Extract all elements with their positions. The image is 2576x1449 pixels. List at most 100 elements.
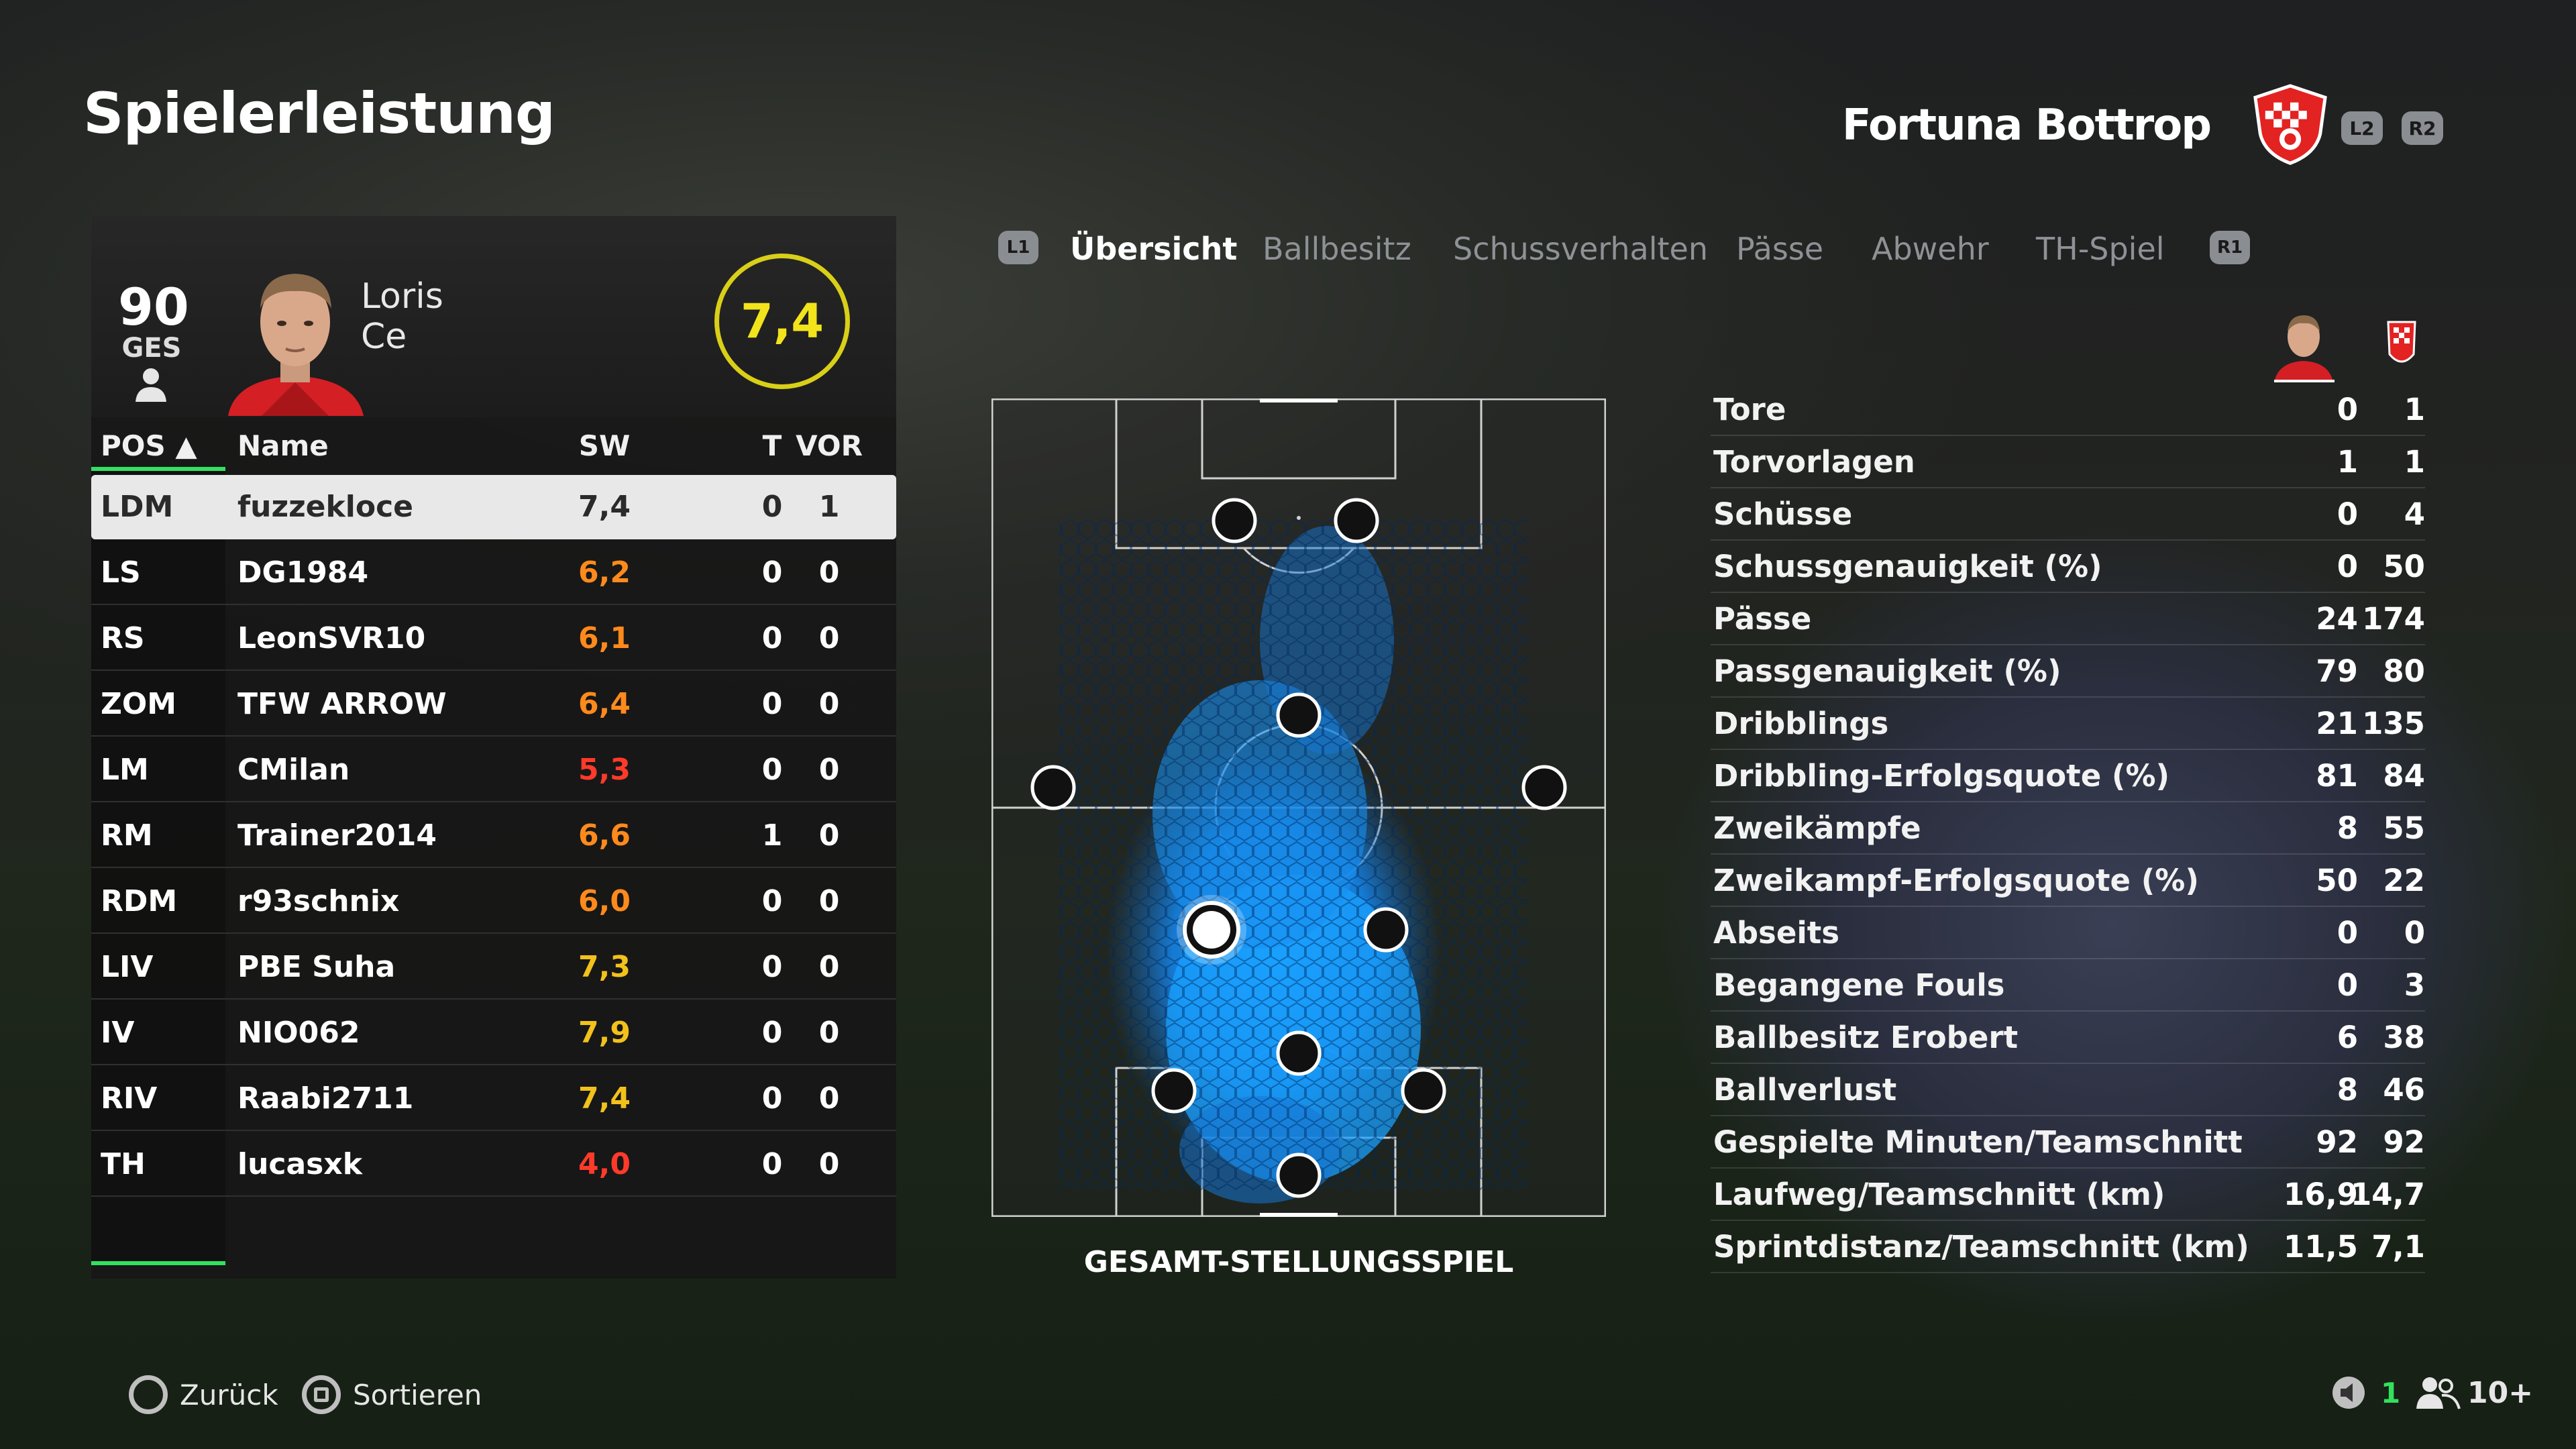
- stat-row: Ballverlust 8 46: [1711, 1064, 2425, 1116]
- tab-5[interactable]: TH-Spiel: [2036, 231, 2165, 267]
- stat-team-value: 1: [2404, 444, 2425, 480]
- stat-row: Schussgenauigkeit (%) 0 50: [1711, 541, 2425, 593]
- stat-player-value: 6: [2337, 1020, 2358, 1055]
- l1-button[interactable]: L1: [998, 231, 1038, 264]
- cell-vor: 0: [818, 621, 840, 655]
- stat-player-value: 0: [2337, 392, 2358, 427]
- person-icon: [136, 368, 166, 402]
- cell-name: NIO062: [237, 1016, 360, 1050]
- table-row[interactable]: TH lucasxk 4,0 0 0: [91, 1132, 896, 1197]
- back-button[interactable]: Zurück: [129, 1375, 278, 1414]
- cell-vor: 0: [818, 555, 840, 590]
- stat-team-value: 14,7: [2350, 1177, 2425, 1212]
- stat-label: Dribbling-Erfolgsquote (%): [1713, 758, 2170, 794]
- stat-label: Schüsse: [1713, 496, 1853, 532]
- r2-button[interactable]: R2: [2402, 111, 2443, 145]
- tab-2[interactable]: Schussverhalten: [1453, 231, 1708, 267]
- table-scroll-indicator: [91, 1261, 225, 1265]
- table-row[interactable]: LIV PBE Suha 7,3 0 0: [91, 935, 896, 1000]
- group-icon: [2416, 1377, 2461, 1409]
- stat-team-value: 55: [2383, 810, 2425, 846]
- tab-3[interactable]: Pässe: [1736, 231, 1823, 267]
- stat-row: Torvorlagen 1 1: [1711, 436, 2425, 488]
- r1-button[interactable]: R1: [2210, 231, 2250, 264]
- team-crest-icon: [2253, 84, 2327, 165]
- stat-row: Tore 0 1: [1711, 384, 2425, 436]
- heatmap-caption: GESAMT-STELLUNGSSPIEL: [1083, 1245, 1514, 1279]
- cell-name: fuzzekloce: [237, 490, 414, 524]
- stat-label: Dribblings: [1713, 706, 1889, 741]
- stat-player-value: 8: [2337, 1072, 2358, 1108]
- stat-label: Pässe: [1713, 601, 1812, 637]
- heatmap-area: [1059, 519, 1528, 1203]
- lobby-players: 10+: [2415, 1375, 2533, 1410]
- tab-0[interactable]: Übersicht: [1070, 231, 1237, 267]
- stat-team-value: 4: [2404, 496, 2425, 532]
- cell-pos: IV: [101, 1016, 135, 1050]
- circle-button-icon: [129, 1375, 168, 1414]
- tab-4[interactable]: Abwehr: [1872, 231, 1989, 267]
- tab-1[interactable]: Ballbesitz: [1263, 231, 1411, 267]
- cell-vor: 0: [818, 818, 840, 853]
- table-row[interactable]: RM Trainer2014 6,6 1 0: [91, 804, 896, 868]
- cell-sw: 4,0: [578, 1147, 631, 1181]
- cell-name: r93schnix: [237, 884, 400, 918]
- player-first-name: Loris: [361, 276, 443, 317]
- table-row[interactable]: RDM r93schnix 6,0 0 0: [91, 869, 896, 934]
- stat-label: Tore: [1713, 392, 1786, 427]
- cell-name: TFW ARROW: [237, 687, 447, 721]
- cell-pos: RIV: [101, 1081, 158, 1116]
- table-row[interactable]: ZOM TFW ARROW 6,4 0 0: [91, 672, 896, 737]
- l2-button[interactable]: L2: [2341, 111, 2383, 145]
- cell-pos: LDM: [101, 490, 174, 524]
- table-header: POS ▲ Name SW T VOR: [91, 423, 896, 470]
- table-row[interactable]: LS DG1984 6,2 0 0: [91, 541, 896, 605]
- cell-vor: 0: [818, 753, 840, 787]
- stat-player-value: 0: [2337, 496, 2358, 532]
- stat-label: Ballbesitz Erobert: [1713, 1020, 2019, 1055]
- header-sw[interactable]: SW: [571, 429, 638, 462]
- header-name[interactable]: Name: [237, 429, 329, 462]
- stat-label: Laufweg/Teamschnitt (km): [1713, 1177, 2165, 1212]
- stat-player-value: 11,5: [2283, 1229, 2358, 1265]
- back-label: Zurück: [180, 1378, 278, 1411]
- cell-vor: 0: [818, 884, 840, 918]
- cell-vor: 0: [818, 950, 840, 984]
- cell-pos: LM: [101, 753, 149, 787]
- header-vor[interactable]: VOR: [786, 429, 873, 462]
- stat-player-value: 1: [2337, 444, 2358, 480]
- stat-label: Gespielte Minuten/Teamschnitt: [1713, 1124, 2243, 1160]
- overall-label: GES: [121, 333, 182, 364]
- cell-sw: 7,3: [578, 950, 631, 984]
- stat-team-value: 135: [2362, 706, 2425, 741]
- stat-row: Schüsse 0 4: [1711, 488, 2425, 541]
- stat-label: Begangene Fouls: [1713, 967, 2005, 1003]
- cell-name: lucasxk: [237, 1147, 363, 1181]
- stat-player-value: 81: [2316, 758, 2358, 794]
- table-row[interactable]: IV NIO062 7,9 0 0: [91, 1001, 896, 1065]
- cell-vor: 0: [818, 1081, 840, 1116]
- match-rating: 7,4: [714, 254, 850, 389]
- table-row[interactable]: LDM fuzzekloce 7,4 0 1: [91, 475, 896, 539]
- players-count: 10+: [2467, 1375, 2534, 1410]
- stat-team-value: 1: [2404, 392, 2425, 427]
- header-pos[interactable]: POS ▲: [101, 429, 197, 462]
- overall-rating: 90 GES: [118, 282, 189, 364]
- stat-row: Pässe 24 174: [1711, 593, 2425, 645]
- cell-pos: RS: [101, 621, 145, 655]
- table-row[interactable]: LM CMilan 5,3 0 0: [91, 738, 896, 802]
- stat-player-value: 79: [2316, 653, 2358, 689]
- stat-label: Torvorlagen: [1713, 444, 1915, 480]
- sort-button[interactable]: Sortieren: [302, 1375, 482, 1414]
- stat-team-value: 80: [2383, 653, 2425, 689]
- cell-sw: 7,9: [578, 1016, 631, 1050]
- stat-player-value: 16,9: [2283, 1177, 2358, 1212]
- cell-name: PBE Suha: [237, 950, 396, 984]
- stat-player-value: 0: [2337, 915, 2358, 951]
- stat-team-value: 84: [2383, 758, 2425, 794]
- cell-sw: 7,4: [578, 490, 631, 524]
- sort-label: Sortieren: [353, 1378, 482, 1411]
- table-row[interactable]: RIV Raabi2711 7,4 0 0: [91, 1067, 896, 1131]
- stat-row: Zweikampf-Erfolgsquote (%) 50 22: [1711, 855, 2425, 907]
- table-row[interactable]: RS LeonSVR10 6,1 0 0: [91, 606, 896, 671]
